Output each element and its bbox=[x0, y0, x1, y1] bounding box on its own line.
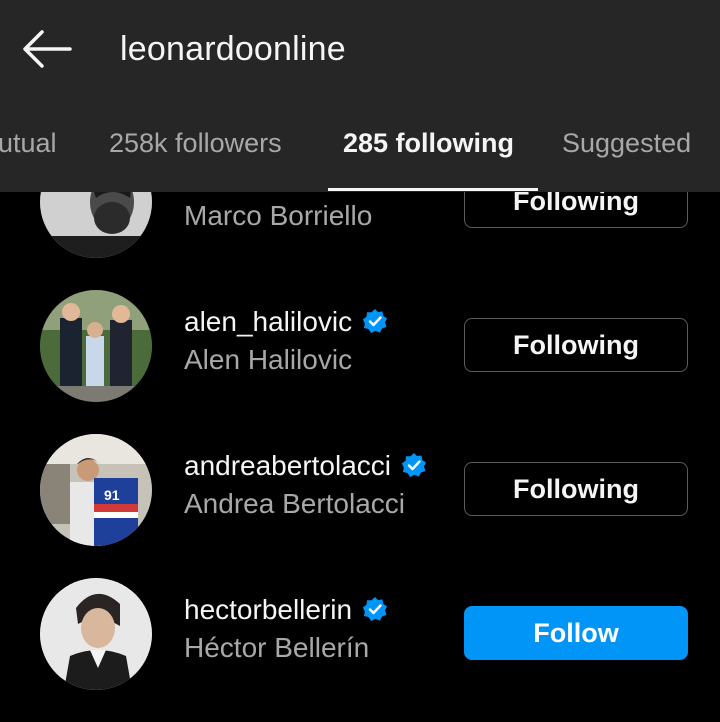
account-username[interactable]: andreabertolacci bbox=[184, 450, 427, 482]
account-username[interactable]: alen_halilovic bbox=[184, 306, 388, 338]
account-username[interactable]: hectorbellerin bbox=[184, 594, 388, 626]
account-full-name: Héctor Bellerín bbox=[184, 632, 370, 663]
account-full-name: Marco Borriello bbox=[184, 200, 373, 231]
account-full-name: Alen Halilovic bbox=[184, 344, 353, 375]
list-item[interactable]: hectorbellerin Héctor Bellerín Follow bbox=[0, 578, 720, 722]
top-app-bar: leonardoonline utual 258k followers 285 … bbox=[0, 0, 720, 192]
profile-username-title: leonardoonline bbox=[120, 30, 346, 68]
svg-text:91: 91 bbox=[104, 487, 120, 503]
back-arrow-icon[interactable] bbox=[20, 28, 72, 70]
tab-following[interactable]: 285 following bbox=[343, 128, 514, 159]
avatar[interactable]: 91 bbox=[40, 434, 152, 546]
avatar[interactable] bbox=[40, 578, 152, 690]
following-button[interactable]: Following bbox=[464, 318, 688, 372]
tab-suggested[interactable]: Suggested bbox=[562, 128, 691, 159]
following-button[interactable]: Following bbox=[464, 462, 688, 516]
verified-badge-icon bbox=[362, 309, 388, 333]
tab-mutual[interactable]: utual bbox=[0, 128, 57, 159]
verified-badge-icon bbox=[401, 453, 427, 477]
list-item[interactable]: alen_halilovic Alen Halilovic Following bbox=[0, 290, 720, 434]
follow-button[interactable]: Follow bbox=[464, 606, 688, 660]
account-full-name: Andrea Bertolacci bbox=[184, 488, 406, 519]
tab-followers[interactable]: 258k followers bbox=[109, 128, 282, 159]
active-tab-indicator bbox=[328, 188, 538, 191]
verified-badge-icon bbox=[362, 597, 388, 621]
avatar[interactable] bbox=[40, 290, 152, 402]
list-item[interactable]: 91 andreabertolacci Andrea Bertolacci Fo… bbox=[0, 434, 720, 578]
